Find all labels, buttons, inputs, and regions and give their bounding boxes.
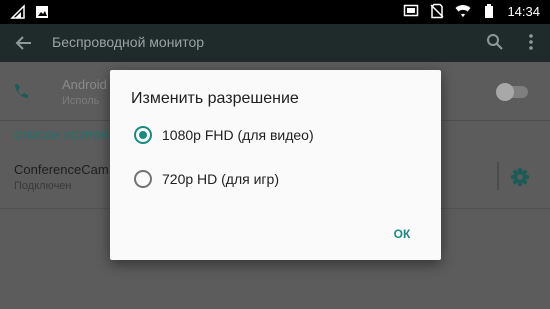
resolution-option-1080p[interactable]: 1080p FHD (для видео)	[110, 118, 441, 154]
phone-icon	[12, 82, 30, 105]
app-toolbar: Беспроводной монитор	[0, 24, 550, 62]
device-status: Подключен	[14, 180, 72, 192]
page-title: Беспроводной монитор	[52, 34, 205, 50]
no-sim-icon	[429, 3, 445, 19]
option-label: 720p HD (для игр)	[162, 171, 279, 187]
resolution-option-720p[interactable]: 720p HD (для игр)	[110, 162, 441, 198]
image-notification-icon	[34, 4, 50, 20]
arrow-back-icon[interactable]	[14, 33, 34, 58]
status-bar: 14:34	[0, 0, 550, 24]
android-item-title: Android	[62, 77, 107, 92]
status-time: 14:34	[507, 3, 540, 19]
toggle-knob	[496, 83, 514, 101]
battery-icon	[481, 3, 497, 19]
device-name[interactable]: ConferenceCam	[14, 162, 109, 177]
resolution-dialog: Изменить разрешение 1080p FHD (для видео…	[110, 70, 441, 260]
cast-icon	[403, 3, 419, 19]
wireless-display-toggle[interactable]	[496, 83, 528, 101]
dialog-title: Изменить разрешение	[131, 90, 299, 107]
radio-unchecked-icon[interactable]	[134, 170, 152, 188]
ok-button[interactable]: ОК	[386, 222, 418, 246]
more-vert-icon[interactable]	[522, 33, 540, 56]
vertical-divider	[497, 162, 499, 190]
device-list-section-title: СПИСОК УСТРОЙ	[14, 130, 109, 142]
wifi-signal-icon	[10, 4, 26, 20]
wifi-icon	[455, 3, 471, 19]
gear-icon[interactable]	[510, 167, 530, 192]
option-label: 1080p FHD (для видео)	[162, 127, 314, 143]
radio-checked-icon[interactable]	[134, 126, 152, 144]
android-item-subtitle: Исполь	[62, 95, 100, 107]
search-icon[interactable]	[486, 33, 504, 56]
